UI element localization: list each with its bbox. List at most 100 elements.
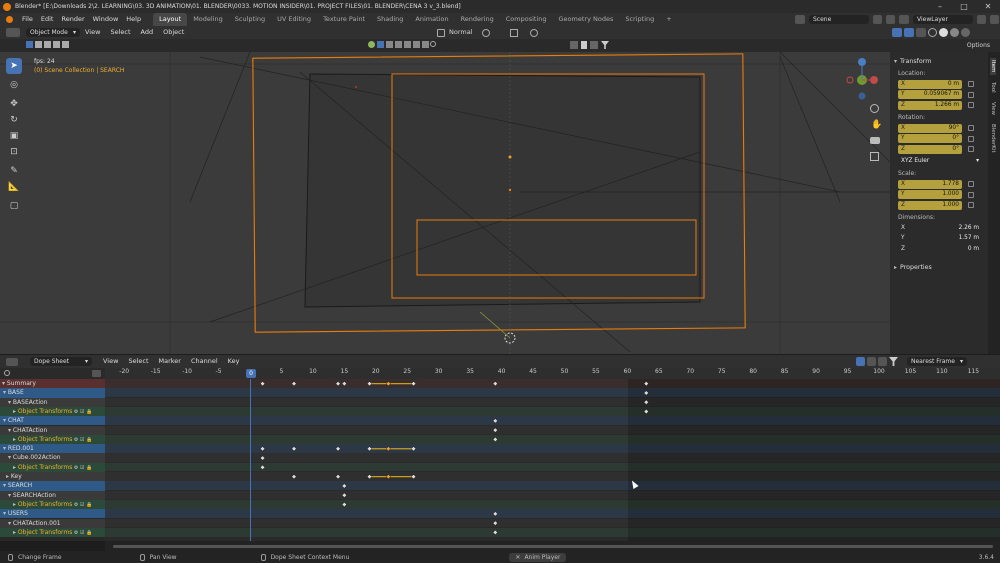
show-hidden-icon[interactable] bbox=[867, 357, 876, 366]
navigation-gizmo[interactable] bbox=[842, 56, 880, 102]
shading-wire-icon[interactable] bbox=[928, 28, 937, 37]
keyframe-marker[interactable] bbox=[643, 399, 649, 405]
keyframe-marker[interactable] bbox=[341, 381, 347, 387]
overlay-icon[interactable] bbox=[904, 28, 914, 37]
dimension-x-field[interactable]: X 2.26 m bbox=[898, 223, 982, 233]
keyframe-marker[interactable] bbox=[492, 529, 498, 535]
editor-type-icon[interactable] bbox=[6, 357, 18, 366]
tab-compositing[interactable]: Compositing bbox=[500, 13, 553, 26]
transform-panel-title[interactable]: Transform bbox=[900, 58, 931, 65]
menu-window[interactable]: Window bbox=[89, 13, 123, 26]
channel-group[interactable]: ▸ Object Transforms ⚙ ☑ 🔒 bbox=[0, 406, 105, 417]
channel-toggle-icons[interactable]: ⚙ ☑ 🔒 bbox=[72, 530, 92, 536]
tab-blenderkit[interactable]: BlenderKit bbox=[990, 124, 996, 153]
keyframe-marker[interactable] bbox=[335, 474, 341, 480]
bookmark-icon[interactable] bbox=[581, 41, 587, 49]
scale-tool-icon[interactable]: ▣ bbox=[6, 128, 22, 144]
select-subtract-icon[interactable] bbox=[44, 41, 51, 48]
channel-object[interactable]: ▾ RED.001 bbox=[0, 444, 105, 454]
channel-action[interactable]: ▾ Cube.002Action bbox=[0, 453, 105, 463]
tab-animation[interactable]: Animation bbox=[409, 13, 454, 26]
annotate-tool-icon[interactable]: ✎ bbox=[6, 163, 22, 179]
lock-icon[interactable] bbox=[968, 191, 974, 198]
select-extend-icon[interactable] bbox=[35, 41, 42, 48]
chevron-down-icon[interactable]: ▾ bbox=[894, 58, 897, 65]
properties-panel-title[interactable]: Properties bbox=[900, 264, 932, 271]
keying-set-icon[interactable] bbox=[590, 41, 598, 49]
cursor-tool-icon[interactable]: ◎ bbox=[6, 77, 22, 93]
dimension-y-field[interactable]: Y 1.57 m bbox=[898, 234, 982, 243]
dopesheet-mode-dropdown[interactable]: Dope Sheet ▾ bbox=[30, 357, 92, 366]
pivot-icon[interactable] bbox=[482, 29, 490, 37]
select-intersect-icon[interactable] bbox=[62, 41, 69, 48]
anim-player-badge[interactable]: ✕ Anim Player bbox=[509, 552, 567, 562]
keyframe-marker[interactable] bbox=[341, 483, 347, 489]
rotation-x-field[interactable]: X 90° bbox=[898, 123, 962, 133]
scale-z-field[interactable]: Z 1.000 bbox=[898, 200, 962, 210]
tab-sculpting[interactable]: Sculpting bbox=[229, 13, 271, 26]
filter-empty-icon[interactable] bbox=[413, 41, 420, 48]
keyframe-marker[interactable] bbox=[367, 381, 372, 387]
camera-view-icon[interactable] bbox=[870, 137, 880, 144]
hand-pan-icon[interactable]: ✋ bbox=[871, 120, 882, 130]
close-button[interactable]: ✕ bbox=[976, 0, 1000, 13]
lock-icon[interactable] bbox=[968, 91, 974, 98]
scene-field[interactable]: Scene bbox=[809, 15, 869, 24]
filter-icon[interactable] bbox=[889, 357, 898, 366]
keyframe-marker[interactable] bbox=[411, 446, 417, 452]
search-icon[interactable] bbox=[430, 41, 436, 47]
keyframe-marker[interactable] bbox=[643, 390, 649, 396]
keyframe-area[interactable] bbox=[105, 379, 1000, 541]
menu-object[interactable]: Object bbox=[158, 26, 189, 39]
keyframe-marker[interactable] bbox=[492, 381, 498, 387]
keyframe-marker[interactable] bbox=[291, 446, 297, 452]
keyframe-marker[interactable] bbox=[260, 381, 266, 387]
shading-rendered-icon[interactable] bbox=[961, 28, 970, 37]
channel-group[interactable]: ▸ Object Transforms ⚙ ☑ 🔒 bbox=[0, 462, 105, 472]
channel-key[interactable]: ▸ Key bbox=[0, 472, 105, 482]
frame-ruler[interactable]: -20 -15 -10 -5 5 10 15 20 25 30 35 40 45 50 55 60 65 70 75… bbox=[105, 368, 1000, 379]
close-icon[interactable]: ✕ bbox=[515, 553, 520, 562]
keyframe-marker[interactable] bbox=[385, 446, 391, 452]
channel-object[interactable]: ▾ SEARCH bbox=[0, 481, 105, 491]
menu-render[interactable]: Render bbox=[57, 13, 88, 26]
keyframe-marker[interactable] bbox=[367, 446, 372, 452]
keyframe-marker[interactable] bbox=[260, 464, 266, 470]
mode-dropdown[interactable]: Object Mode ▾ bbox=[26, 28, 80, 37]
location-z-field[interactable]: Z 1.266 m bbox=[898, 100, 962, 110]
keyframe-marker[interactable] bbox=[291, 474, 297, 480]
tab-rendering[interactable]: Rendering bbox=[455, 13, 500, 26]
search-icon[interactable] bbox=[4, 370, 10, 376]
tab-geometry-nodes[interactable]: Geometry Nodes bbox=[553, 13, 620, 26]
lock-icon[interactable] bbox=[968, 146, 974, 152]
channel-action[interactable]: ▾ CHATAction.001 bbox=[0, 518, 105, 528]
xray-icon[interactable] bbox=[916, 28, 926, 37]
dimension-z-field[interactable]: Z 0 m bbox=[898, 244, 982, 254]
delete-layer-icon[interactable] bbox=[990, 15, 999, 24]
delete-scene-icon[interactable] bbox=[886, 15, 895, 24]
channel-summary[interactable]: ▾ Summary bbox=[0, 379, 105, 389]
keyframe-marker[interactable] bbox=[643, 409, 649, 415]
viewport-3d[interactable]: ➤ ◎ ✥ ↻ ▣ ⊡ ✎ 📐 ▢ fps: 24 (0) Scene Coll… bbox=[0, 52, 890, 354]
proportional-edit-icon[interactable] bbox=[530, 29, 538, 37]
tab-shading[interactable]: Shading bbox=[371, 13, 409, 26]
lock-icon[interactable] bbox=[968, 181, 974, 187]
lock-icon[interactable] bbox=[968, 102, 974, 108]
swap-icon[interactable] bbox=[92, 370, 101, 377]
keyframe-marker[interactable] bbox=[291, 381, 297, 387]
maximize-button[interactable]: □ bbox=[952, 0, 976, 13]
select-box-mode-icon[interactable] bbox=[26, 41, 33, 48]
scale-y-field[interactable]: Y 1.000 bbox=[898, 190, 962, 199]
add-workspace-button[interactable]: + bbox=[660, 13, 677, 26]
keyframe-marker[interactable] bbox=[492, 436, 498, 442]
channel-toggle-icons[interactable]: ⚙ ☑ 🔒 bbox=[72, 502, 92, 508]
menu-help[interactable]: Help bbox=[122, 13, 145, 26]
measure-tool-icon[interactable]: 📐 bbox=[6, 179, 22, 195]
rotation-z-field[interactable]: Z 0° bbox=[898, 144, 962, 154]
keyframe-marker[interactable] bbox=[385, 474, 391, 480]
channel-toggle-icons[interactable]: ⚙ ☑ 🔒 bbox=[72, 409, 92, 415]
options-dropdown[interactable]: Options bbox=[967, 39, 990, 52]
channel-group[interactable]: ▸ Object Transforms ⚙ ☑ 🔒 bbox=[0, 499, 105, 510]
keyframe-marker[interactable] bbox=[492, 520, 498, 526]
rotation-y-field[interactable]: Y 0° bbox=[898, 134, 962, 143]
